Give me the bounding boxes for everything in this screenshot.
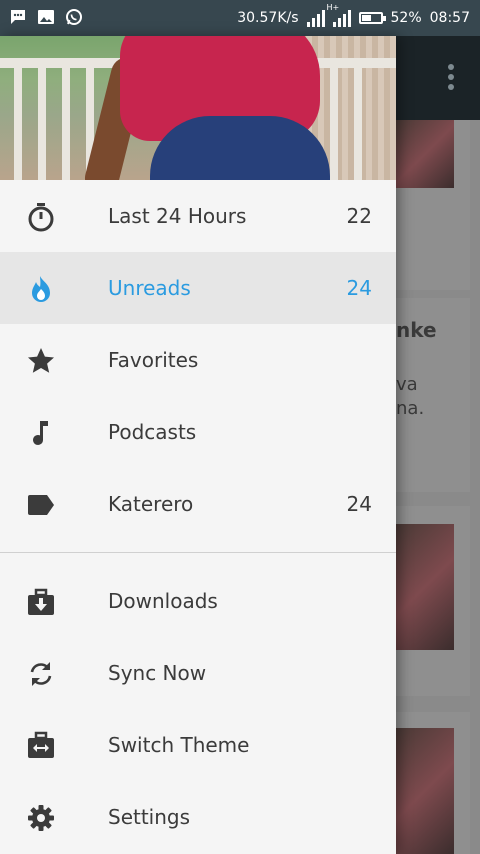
nav-item-label: Podcasts: [108, 420, 197, 444]
label-tag-icon: [26, 490, 56, 520]
clock: 08:57: [429, 10, 470, 26]
nav-item-count: 24: [346, 276, 372, 300]
battery-icon: [358, 12, 386, 24]
switch-theme-icon: [26, 731, 56, 761]
whatsapp-icon: [64, 7, 84, 27]
nav-item-label: Unreads: [108, 276, 191, 300]
article-thumbnail: [396, 120, 454, 188]
nav-item-label: Last 24 Hours: [108, 204, 247, 228]
nav-item-count: 24: [346, 492, 372, 516]
flame-icon: [26, 274, 56, 304]
article-card[interactable]: nke va na.: [396, 298, 470, 492]
download-icon: [26, 587, 56, 617]
navigation-drawer: Last 24 Hours 22 Unreads 24 Favorites Po…: [0, 36, 396, 854]
image-icon: [36, 7, 56, 27]
article-card[interactable]: [396, 712, 470, 854]
music-note-icon: [26, 418, 56, 448]
nav-item-podcasts[interactable]: Podcasts: [0, 396, 396, 468]
nav-item-count: 22: [346, 204, 372, 228]
nav-item-label: Downloads: [108, 589, 218, 613]
nav-item-label: Favorites: [108, 348, 199, 372]
article-card[interactable]: [396, 506, 470, 696]
status-bar: 30.57K/s H+ 52% 08:57: [0, 0, 480, 36]
article-card[interactable]: [396, 120, 470, 290]
article-title-fragment: nke: [396, 318, 437, 342]
nav-item-label: Settings: [108, 805, 191, 829]
network-speed: 30.57K/s: [237, 10, 299, 26]
drawer-header-image: [0, 36, 396, 180]
battery-percent: 52%: [390, 10, 422, 26]
nav-item-label: Switch Theme: [108, 733, 250, 757]
signal-icon: [306, 9, 325, 27]
nav-item-downloads[interactable]: Downloads: [0, 565, 396, 637]
signal-h-plus-icon: H+: [327, 3, 351, 27]
nav-divider: [0, 552, 396, 553]
star-icon: [26, 346, 56, 376]
article-text-fragment: va: [396, 374, 418, 395]
article-thumbnail: [396, 524, 454, 650]
article-text-fragment: na.: [396, 398, 425, 419]
nav-item-unreads[interactable]: Unreads 24: [0, 252, 396, 324]
nav-item-katerero[interactable]: Katerero 24: [0, 468, 396, 540]
sync-icon: [26, 659, 56, 689]
gear-icon: [26, 803, 56, 833]
nav-item-switch-theme[interactable]: Switch Theme: [0, 709, 396, 781]
overflow-menu-icon[interactable]: [448, 64, 454, 94]
nav-item-settings[interactable]: Settings: [0, 781, 396, 853]
article-thumbnail: [396, 728, 454, 854]
nav-item-last-24-hours[interactable]: Last 24 Hours 22: [0, 180, 396, 252]
nav-item-favorites[interactable]: Favorites: [0, 324, 396, 396]
nav-item-label: Katerero: [108, 492, 194, 516]
nav-item-label: Sync Now: [108, 661, 207, 685]
timer-icon: [26, 202, 56, 232]
chat-bubble-icon: [8, 7, 28, 27]
nav-item-sync-now[interactable]: Sync Now: [0, 637, 396, 709]
nav-list: Last 24 Hours 22 Unreads 24 Favorites Po…: [0, 180, 396, 853]
